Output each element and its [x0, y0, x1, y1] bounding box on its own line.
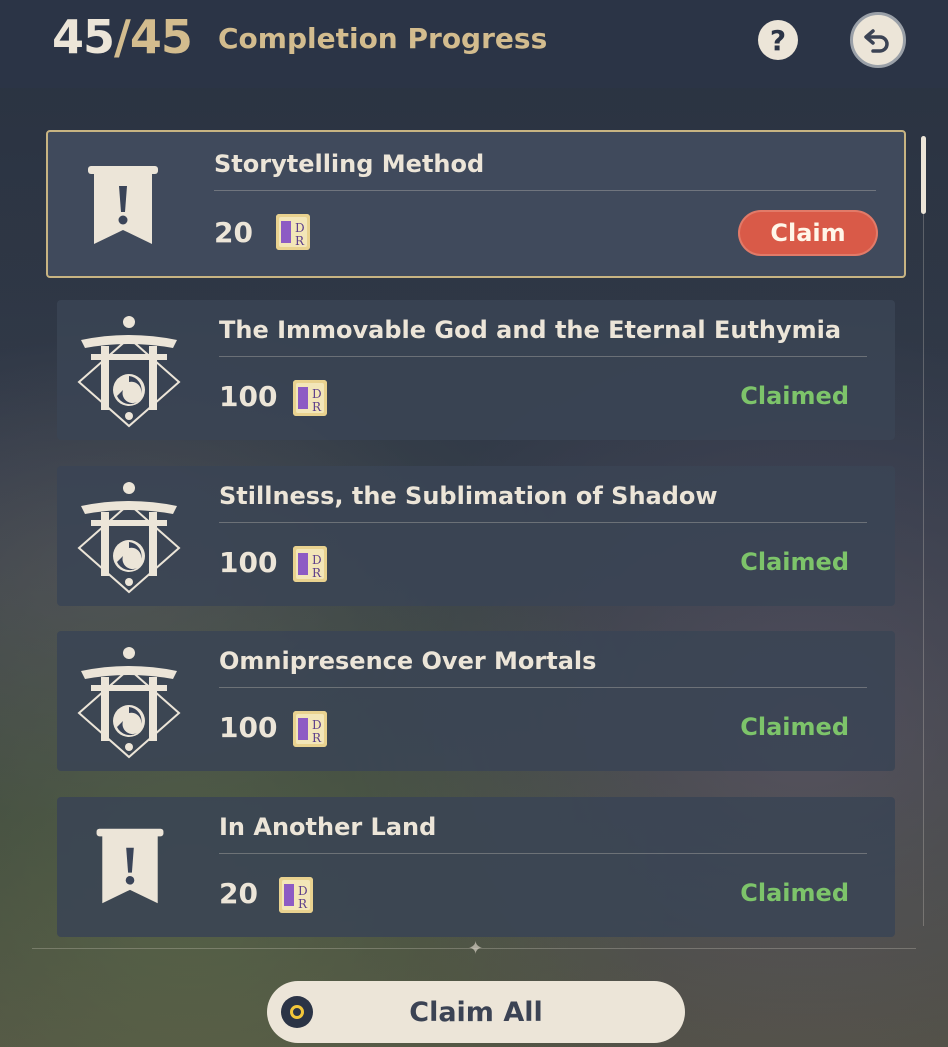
divider	[214, 190, 876, 191]
task-title: The Immovable God and the Eternal Euthym…	[219, 316, 842, 344]
svg-text:R: R	[312, 731, 322, 745]
svg-text:D: D	[312, 718, 322, 732]
task-card-omnipresence[interactable]: Omnipresence Over Mortals 100 D R Claime…	[57, 631, 895, 771]
divider	[219, 687, 867, 688]
task-title: In Another Land	[219, 813, 437, 841]
scrollbar-thumb[interactable]	[921, 136, 926, 214]
svg-text:D: D	[298, 884, 308, 898]
claimed-status: Claimed	[740, 879, 849, 907]
travelers-notes-icon: D R	[293, 711, 327, 747]
reward-amount: 20	[214, 216, 253, 249]
svg-text:R: R	[312, 400, 322, 414]
task-list[interactable]: Storytelling Method 20 D R Claim The Imm…	[0, 0, 948, 1047]
svg-text:D: D	[312, 553, 322, 567]
svg-text:R: R	[312, 566, 322, 580]
torii-gate-emblem-icon	[77, 647, 181, 759]
svg-text:R: R	[298, 897, 308, 911]
reward-amount: 100	[219, 546, 278, 579]
task-card-storytelling-method[interactable]: Storytelling Method 20 D R Claim	[46, 130, 906, 278]
reward-amount: 100	[219, 711, 278, 744]
divider-star-icon: ✦	[468, 938, 484, 959]
claimed-status: Claimed	[740, 382, 849, 410]
divider	[219, 522, 867, 523]
torii-gate-emblem-icon	[77, 316, 181, 428]
travelers-notes-icon: D R	[293, 380, 327, 416]
task-card-immovable-god[interactable]: The Immovable God and the Eternal Euthym…	[57, 300, 895, 440]
reward-amount: 100	[219, 380, 278, 413]
exclamation-banner-icon	[88, 166, 158, 244]
controller-button-icon	[281, 996, 313, 1028]
travelers-notes-icon: D R	[276, 214, 310, 250]
claim-all-label: Claim All	[409, 996, 543, 1028]
exclamation-banner-icon	[96, 828, 164, 904]
travelers-notes-icon: D R	[293, 546, 327, 582]
divider	[219, 853, 867, 854]
scroll-track[interactable]	[923, 136, 924, 926]
task-title: Omnipresence Over Mortals	[219, 647, 597, 675]
torii-gate-emblem-icon	[77, 482, 181, 594]
claimed-status: Claimed	[740, 713, 849, 741]
divider	[219, 356, 867, 357]
claim-button[interactable]: Claim	[738, 210, 878, 256]
task-card-stillness[interactable]: Stillness, the Sublimation of Shadow 100…	[57, 466, 895, 606]
task-title: Stillness, the Sublimation of Shadow	[219, 482, 718, 510]
task-title: Storytelling Method	[214, 150, 485, 178]
task-card-in-another-land[interactable]: In Another Land 20 D R Claimed	[57, 797, 895, 937]
svg-text:D: D	[295, 221, 305, 235]
svg-text:D: D	[312, 387, 322, 401]
claimed-status: Claimed	[740, 548, 849, 576]
reward-amount: 20	[219, 877, 258, 910]
svg-text:R: R	[295, 234, 305, 248]
travelers-notes-icon: D R	[279, 877, 313, 913]
claim-all-button[interactable]: Claim All	[267, 981, 685, 1043]
